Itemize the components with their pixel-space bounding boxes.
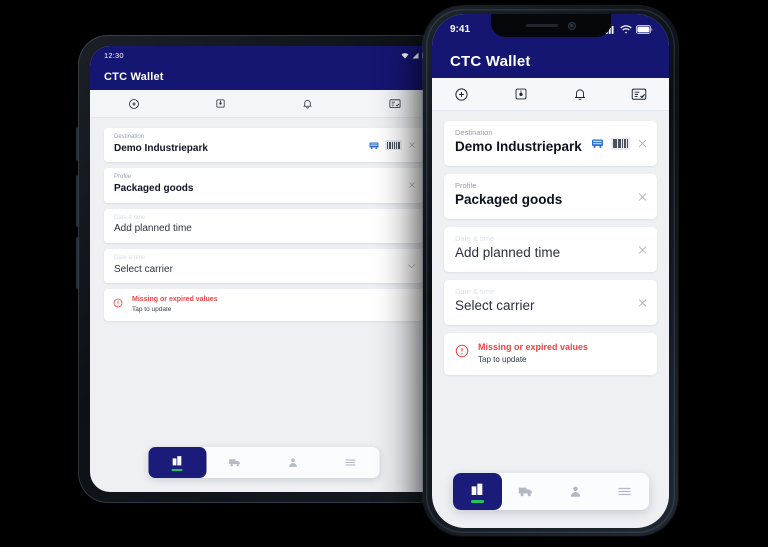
field-value: Select carrier — [455, 298, 535, 314]
front-camera-icon — [567, 21, 576, 30]
phone-field-profile[interactable]: Profile Packaged goods — [444, 174, 657, 220]
tablet-bell-icon[interactable] — [264, 98, 351, 109]
screenshot-stage: 12:30 CTC Wallet Destination Demo Indust… — [0, 0, 768, 547]
phone-bell-icon[interactable] — [551, 87, 610, 101]
hamburger-icon — [345, 459, 356, 466]
tablet-add-icon[interactable] — [90, 98, 177, 110]
tablet-status-bar: 12:30 — [90, 46, 438, 64]
warning-title: Missing or expired values — [478, 342, 589, 353]
battery-icon — [636, 25, 653, 34]
field-value: Select carrier — [114, 263, 173, 275]
tablet-status-time: 12:30 — [104, 50, 124, 60]
phone-nav-profile[interactable] — [551, 485, 600, 498]
truck-icon — [518, 487, 532, 497]
chevron-down-icon[interactable] — [407, 263, 416, 269]
close-icon[interactable] — [408, 181, 416, 189]
buildings-icon — [471, 483, 483, 495]
tablet-app-title: CTC Wallet — [90, 64, 438, 90]
tablet-power-button[interactable] — [76, 127, 80, 161]
field-label: Date & time — [114, 254, 146, 261]
field-label: Date & time — [455, 234, 495, 244]
alert-circle-icon — [113, 298, 123, 308]
close-icon[interactable] — [637, 191, 648, 202]
phone-field-planned-time[interactable]: Date & time Add planned time — [444, 227, 657, 273]
field-trailing-icons — [408, 181, 416, 189]
phone-screen: 9:41 CTC Wallet Destination Demo Industr… — [432, 14, 669, 528]
tablet-screen: 12:30 CTC Wallet Destination Demo Indust… — [90, 46, 438, 492]
phone-field-carrier[interactable]: Date & time Select carrier — [444, 280, 657, 326]
tablet-nav-buildings[interactable] — [148, 447, 207, 478]
field-label: Date & time — [114, 214, 146, 221]
tablet-volume-down-button[interactable] — [76, 237, 80, 289]
field-trailing-icons — [369, 140, 416, 151]
tablet-nav-menu[interactable] — [322, 458, 380, 467]
tablet-field-planned-time[interactable]: Date & time Add planned time — [104, 208, 424, 243]
warning-subtitle: Tap to update — [132, 305, 172, 313]
person-icon — [570, 486, 580, 497]
phone-notch — [490, 14, 611, 37]
field-value: Packaged goods — [114, 183, 194, 195]
tablet-archive-box-icon[interactable] — [177, 98, 264, 109]
close-icon[interactable] — [408, 141, 416, 149]
close-icon[interactable] — [637, 244, 648, 255]
tablet-nav-truck[interactable] — [206, 457, 264, 468]
tablet-field-destination[interactable]: Destination Demo Industriepark — [104, 128, 424, 163]
wifi-icon — [620, 25, 632, 34]
phone-toolbar — [432, 78, 669, 111]
barcode-icon[interactable] — [610, 137, 630, 150]
tablet-field-carrier[interactable]: Date & time Select carrier — [104, 248, 424, 284]
phone-app-title: CTC Wallet — [432, 45, 669, 78]
hamburger-icon — [618, 487, 630, 496]
close-icon[interactable] — [637, 138, 648, 149]
phone-archive-box-icon[interactable] — [491, 87, 550, 101]
field-label: Date & time — [455, 287, 495, 297]
phone-field-destination[interactable]: Destination Demo Industriepark — [444, 121, 657, 167]
field-label: Profile — [455, 181, 477, 191]
field-trailing-icons — [591, 137, 648, 150]
tablet-nav-profile[interactable] — [264, 457, 322, 468]
phone-nav-truck[interactable] — [502, 485, 551, 498]
buildings-icon — [173, 455, 182, 466]
field-trailing-icons — [407, 263, 416, 269]
wifi-icon — [401, 52, 409, 58]
tablet-toolbar — [90, 90, 438, 118]
warning-title: Missing or expired values — [132, 296, 218, 304]
field-trailing-icons — [637, 297, 648, 308]
barcode-icon[interactable] — [385, 140, 402, 151]
truck-icon[interactable] — [369, 141, 379, 150]
tablet-form: Destination Demo Industriepark Profile P… — [90, 118, 438, 322]
phone-form: Destination Demo Industriepark Profile P… — [432, 111, 669, 375]
active-indicator-bar — [470, 499, 484, 503]
phone-add-icon[interactable] — [432, 87, 491, 102]
field-value: Packaged goods — [455, 192, 563, 208]
phone-status-icons — [603, 25, 653, 34]
signal-icon — [412, 52, 419, 58]
field-trailing-icons — [637, 191, 648, 202]
tablet-volume-up-button[interactable] — [76, 175, 80, 227]
field-value: Add planned time — [114, 223, 192, 235]
tablet-warning-card[interactable]: Missing or expired values Tap to update — [104, 289, 424, 322]
phone-nav-menu[interactable] — [600, 486, 649, 497]
phone-checklist-icon[interactable] — [610, 87, 669, 101]
phone-status-time: 9:41 — [450, 24, 471, 35]
truck-icon[interactable] — [591, 138, 604, 149]
person-icon — [289, 458, 297, 467]
phone-warning-card[interactable]: Missing or expired values Tap to update — [444, 333, 657, 375]
tablet-bottom-nav — [148, 447, 380, 478]
field-label: Profile — [114, 174, 132, 181]
phone-nav-buildings[interactable] — [452, 473, 502, 510]
earpiece-speaker — [525, 23, 558, 28]
truck-icon — [229, 459, 240, 467]
close-icon[interactable] — [637, 297, 648, 308]
phone-bottom-nav — [452, 473, 649, 510]
field-value: Add planned time — [455, 245, 561, 261]
warning-subtitle: Tap to update — [478, 355, 527, 365]
active-indicator-bar — [171, 468, 183, 472]
alert-circle-icon — [455, 344, 469, 358]
field-trailing-icons — [637, 244, 648, 255]
tablet-field-profile[interactable]: Profile Packaged goods — [104, 168, 424, 203]
